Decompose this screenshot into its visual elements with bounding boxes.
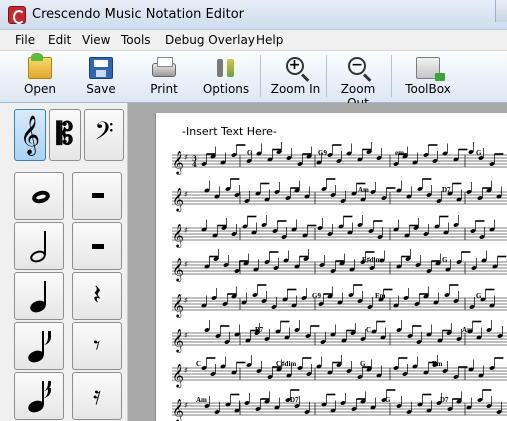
eighth-rest-icon: 𝄾 [93,331,101,361]
toolbox-icon [416,57,445,81]
save-button[interactable]: Save [80,53,122,99]
eighth-rest-button[interactable]: 𝄾 [72,322,122,370]
menu-file[interactable]: File [15,33,35,47]
treble-clef-icon: 𝄞 [172,257,184,282]
key-signature-sharp: ♯ [184,153,188,162]
zoom-in-icon: + [285,57,304,75]
treble-clef-button[interactable]: 𝄞 [14,109,46,161]
key-signature-sharp: ♯ [184,226,188,235]
zoom-out-button[interactable]: − Zoom Out [328,53,388,110]
sixteenth-note-button[interactable] [14,372,64,420]
open-folder-icon [28,53,52,79]
options-label: Options [202,82,250,96]
whole-rest-button[interactable] [72,172,122,220]
menu-view[interactable]: View [82,33,110,47]
open-label: Open [23,82,57,96]
treble-clef-icon: 𝄞 [19,115,41,155]
sixteenth-rest-button[interactable]: 𝄿 [72,372,122,420]
floppy-disk-icon [89,57,113,79]
print-button[interactable]: Print [143,53,185,99]
insert-text-placeholder[interactable]: -Insert Text Here- [182,125,277,138]
toolbox-button[interactable]: ToolBox [402,53,454,99]
toolbar-separator [326,55,327,97]
toolbar: Open Save Print Options + Zoom In − Zoom… [0,51,507,110]
options-icon [214,57,238,79]
quarter-rest-icon: 𝄽 [92,278,102,311]
sixteenth-rest-icon: 𝄿 [93,381,101,411]
print-label: Print [150,82,178,96]
window-controls[interactable] [495,0,507,22]
eighth-note-flag [43,331,51,345]
key-signature-sharp: ♯ [184,366,188,375]
key-signature-sharp: ♯ [184,401,188,410]
app-icon [8,6,26,24]
eighth-note-button[interactable] [14,322,64,370]
notation-palette: 𝄞 𝄡 𝄢 𝄽 𝄾 𝄿 [0,103,128,421]
treble-clef-icon: 𝄞 [172,328,184,353]
toolbar-separator [391,55,392,97]
menu-bar: File Edit View Tools Debug Overlay Help [0,30,507,51]
treble-clef-icon: 𝄞 [172,398,184,421]
treble-clef-icon: 𝄞 [172,293,184,318]
zoom-out-icon: − [348,57,366,75]
quarter-rest-button[interactable]: 𝄽 [72,272,122,320]
whole-rest-icon [92,193,104,198]
treble-clef-icon: 𝄞 [172,363,184,388]
bass-clef-button[interactable]: 𝄢 [84,109,124,161]
whole-note-button[interactable] [14,172,64,220]
half-note-stem [44,231,46,255]
music-score[interactable]: 𝄞 ♯ 34𝄞 ♯𝄞 ♯𝄞 ♯𝄞 ♯𝄞 ♯𝄞 ♯𝄞 ♯ [170,140,507,421]
sixteenth-note-flag [43,388,51,398]
menu-help[interactable]: Help [256,33,283,47]
window-title: Crescendo Music Notation Editor [32,7,244,22]
treble-clef-icon: 𝄞 [172,187,184,212]
alto-clef-icon: 𝄡 [56,117,74,152]
whole-note-icon [30,188,52,206]
alto-clef-button[interactable]: 𝄡 [49,109,81,161]
menu-tools[interactable]: Tools [121,33,151,47]
treble-clef-icon: 𝄞 [172,150,184,175]
open-button[interactable]: Open [18,53,62,99]
toolbox-label: ToolBox [405,82,451,96]
bass-clef-icon: 𝄢 [94,117,114,152]
key-signature-sharp: ♯ [184,190,188,199]
title-bar: Crescendo Music Notation Editor [0,0,507,30]
treble-clef-icon: 𝄞 [172,223,184,248]
quarter-note-button[interactable] [14,272,64,320]
half-rest-icon [92,244,104,249]
quarter-note-stem [44,281,46,305]
save-label: Save [86,82,116,96]
time-signature: 4 [192,160,197,169]
options-button[interactable]: Options [199,53,253,99]
zoom-in-label: Zoom In [270,82,321,96]
toolbar-separator [260,55,261,97]
key-signature-sharp: ♯ [184,260,188,269]
half-rest-button[interactable] [72,222,122,270]
key-signature-sharp: ♯ [184,331,188,340]
menu-debug-overlay[interactable]: Debug Overlay [165,33,255,47]
printer-icon [152,57,176,77]
half-note-button[interactable] [14,222,64,270]
key-signature-sharp: ♯ [184,296,188,305]
menu-edit[interactable]: Edit [48,33,71,47]
zoom-in-button[interactable]: + Zoom In [268,53,323,99]
